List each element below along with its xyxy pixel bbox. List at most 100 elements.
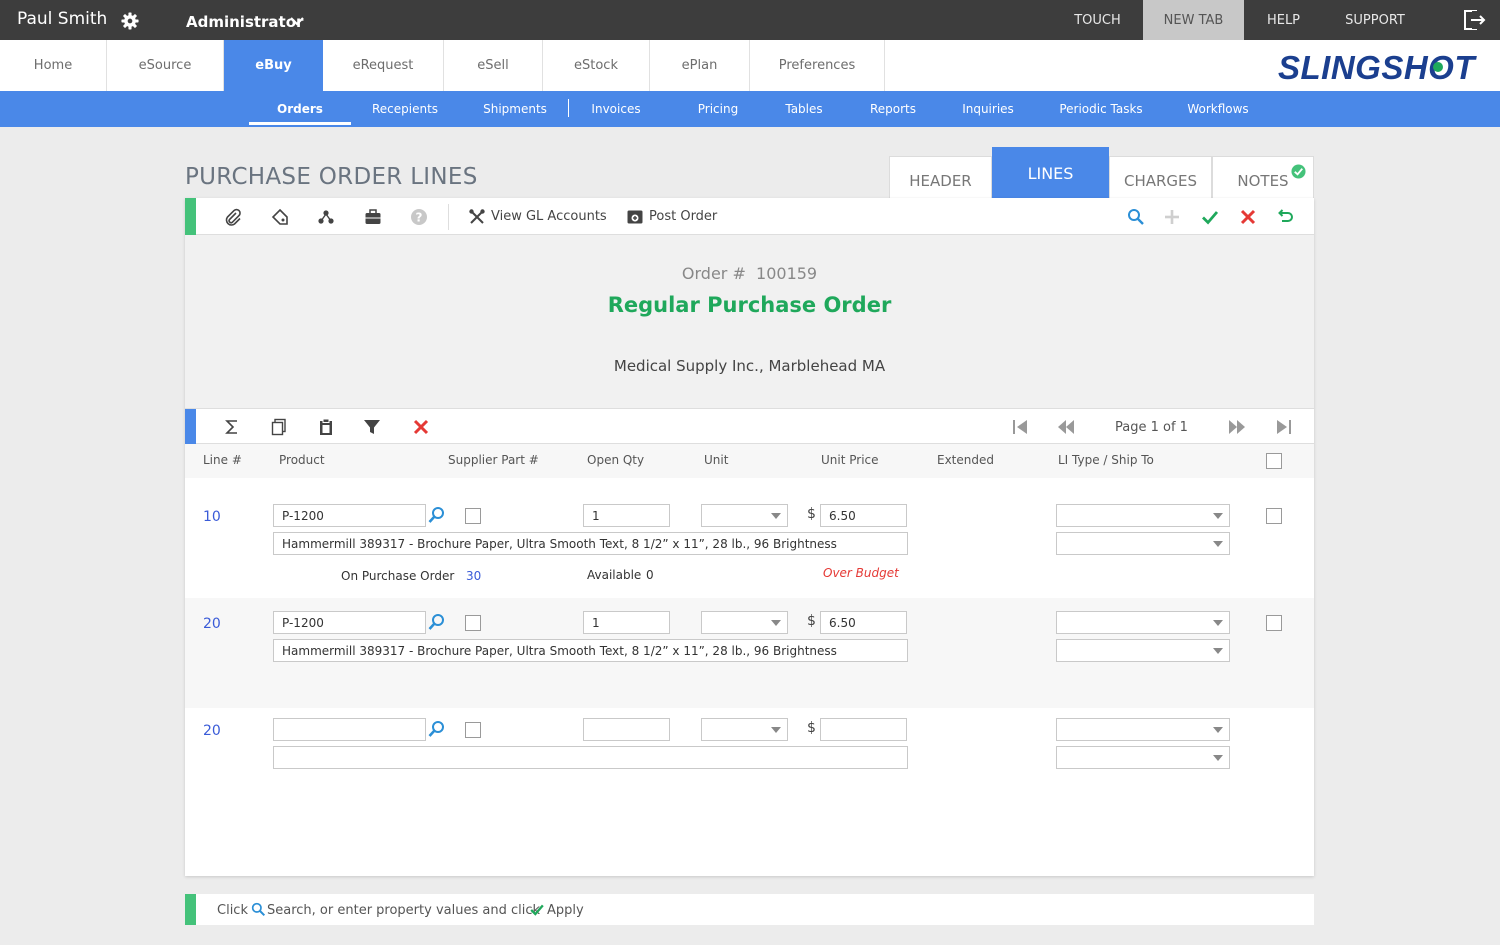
row-select-checkbox[interactable]: [1266, 615, 1282, 631]
product-input[interactable]: [273, 718, 426, 741]
subnav-pricing[interactable]: Pricing: [690, 91, 746, 127]
module-tab-preferences[interactable]: Preferences: [750, 40, 885, 91]
cancel-x-icon[interactable]: [1239, 208, 1257, 226]
tag-icon[interactable]: [271, 208, 289, 226]
currency-symbol: $: [807, 720, 816, 736]
gear-icon[interactable]: [121, 12, 139, 30]
briefcase-icon[interactable]: [364, 208, 382, 226]
role-selector[interactable]: Administrator: [186, 13, 303, 31]
tab-header[interactable]: HEADER: [889, 156, 992, 199]
next-page-icon[interactable]: [1228, 418, 1246, 436]
supplier-part-checkbox[interactable]: [465, 508, 481, 524]
subnav-invoices[interactable]: Invoices: [584, 91, 648, 127]
view-gl-accounts-button[interactable]: View GL Accounts: [491, 209, 607, 224]
tab-charges[interactable]: CHARGES: [1109, 156, 1212, 199]
add-icon[interactable]: [1163, 208, 1181, 226]
unit-select[interactable]: [701, 611, 788, 634]
post-order-button[interactable]: Post Order: [649, 209, 717, 224]
subnav-periodic-tasks[interactable]: Periodic Tasks: [1054, 91, 1148, 127]
filter-icon[interactable]: [363, 418, 381, 436]
on-purchase-order-value[interactable]: 30: [466, 569, 481, 583]
ship-to-select[interactable]: [1056, 746, 1230, 769]
supplier-part-checkbox[interactable]: [465, 615, 481, 631]
unit-price-input[interactable]: 6.50: [820, 504, 907, 527]
col-open-qty[interactable]: Open Qty: [587, 453, 644, 467]
li-type-select[interactable]: [1056, 718, 1230, 741]
product-input[interactable]: P-1200: [273, 611, 426, 634]
col-unit[interactable]: Unit: [704, 453, 728, 467]
logout-icon[interactable]: [1463, 10, 1487, 30]
user-name[interactable]: Paul Smith: [17, 9, 107, 29]
hint-click-text: Click: [217, 903, 248, 918]
ship-to-select[interactable]: [1056, 532, 1230, 555]
module-tab-ebuy[interactable]: eBuy: [224, 40, 323, 91]
unit-price-input[interactable]: [820, 718, 907, 741]
module-tab-esell[interactable]: eSell: [444, 40, 543, 91]
subnav-orders[interactable]: Orders: [249, 91, 351, 127]
sum-icon[interactable]: [223, 418, 241, 436]
subnav-workflows[interactable]: Workflows: [1182, 91, 1254, 127]
col-li-type-ship-to[interactable]: LI Type / Ship To: [1058, 453, 1154, 467]
order-summary: Order # 100159 Regular Purchase Order Me…: [185, 235, 1314, 408]
nav-support[interactable]: SUPPORT: [1323, 0, 1427, 40]
copy-icon[interactable]: [270, 418, 288, 436]
subnav-inquiries[interactable]: Inquiries: [955, 91, 1021, 127]
hint-bar: Click Search, or enter property values a…: [185, 894, 1314, 925]
undo-icon[interactable]: [1275, 208, 1293, 226]
description-input[interactable]: [273, 746, 908, 769]
paperclip-icon[interactable]: [224, 208, 242, 226]
li-type-select[interactable]: [1056, 504, 1230, 527]
nav-new-tab[interactable]: NEW TAB: [1143, 0, 1244, 40]
first-page-icon[interactable]: [1011, 418, 1029, 436]
supplier-part-checkbox[interactable]: [465, 722, 481, 738]
nav-touch[interactable]: TOUCH: [1052, 0, 1143, 40]
tools-icon[interactable]: [468, 208, 486, 226]
last-page-icon[interactable]: [1275, 418, 1293, 436]
subnav-reports[interactable]: Reports: [862, 91, 924, 127]
product-input[interactable]: P-1200: [273, 504, 426, 527]
apply-check-icon[interactable]: [1201, 208, 1219, 226]
open-qty-input[interactable]: [583, 718, 670, 741]
unit-price-input[interactable]: 6.50: [820, 611, 907, 634]
col-extended[interactable]: Extended: [937, 453, 994, 467]
chevron-down-icon[interactable]: [290, 16, 304, 26]
ship-to-select[interactable]: [1056, 639, 1230, 662]
line-number[interactable]: 20: [203, 616, 221, 632]
module-tab-erequest[interactable]: eRequest: [323, 40, 444, 91]
col-line-number[interactable]: Line #: [203, 453, 242, 467]
module-tab-estock[interactable]: eStock: [543, 40, 650, 91]
col-product[interactable]: Product: [279, 453, 325, 467]
subnav-tables[interactable]: Tables: [779, 91, 829, 127]
nav-help[interactable]: HELP: [1244, 0, 1323, 40]
line-number[interactable]: 10: [203, 509, 221, 525]
description-input[interactable]: Hammermill 389317 - Brochure Paper, Ultr…: [273, 532, 908, 555]
li-type-select[interactable]: [1056, 611, 1230, 634]
row-select-checkbox[interactable]: [1266, 508, 1282, 524]
clear-filter-x-icon[interactable]: [412, 418, 430, 436]
tab-lines[interactable]: LINES: [992, 147, 1109, 199]
workflow-icon[interactable]: [317, 208, 335, 226]
col-unit-price[interactable]: Unit Price: [821, 453, 879, 467]
col-supplier-part[interactable]: Supplier Part #: [448, 453, 539, 467]
select-all-checkbox[interactable]: [1266, 453, 1282, 469]
product-search-icon[interactable]: [428, 613, 446, 631]
module-bar: Home eSource eBuy eRequest eSell eStock …: [0, 40, 1500, 91]
post-order-icon[interactable]: [626, 208, 644, 226]
module-tab-eplan[interactable]: ePlan: [650, 40, 750, 91]
line-number[interactable]: 20: [203, 723, 221, 739]
paste-icon[interactable]: [317, 418, 335, 436]
subnav-recepients[interactable]: Recepients: [362, 91, 448, 127]
open-qty-input[interactable]: 1: [583, 611, 670, 634]
product-search-icon[interactable]: [428, 506, 446, 524]
search-icon[interactable]: [1127, 208, 1145, 226]
help-icon[interactable]: ?: [410, 208, 428, 226]
open-qty-input[interactable]: 1: [583, 504, 670, 527]
description-input[interactable]: Hammermill 389317 - Brochure Paper, Ultr…: [273, 639, 908, 662]
subnav-shipments[interactable]: Shipments: [474, 91, 556, 127]
module-tab-esource[interactable]: eSource: [107, 40, 224, 91]
module-tab-home[interactable]: Home: [0, 40, 107, 91]
unit-select[interactable]: [701, 504, 788, 527]
previous-page-icon[interactable]: [1057, 418, 1075, 436]
unit-select[interactable]: [701, 718, 788, 741]
product-search-icon[interactable]: [428, 720, 446, 738]
